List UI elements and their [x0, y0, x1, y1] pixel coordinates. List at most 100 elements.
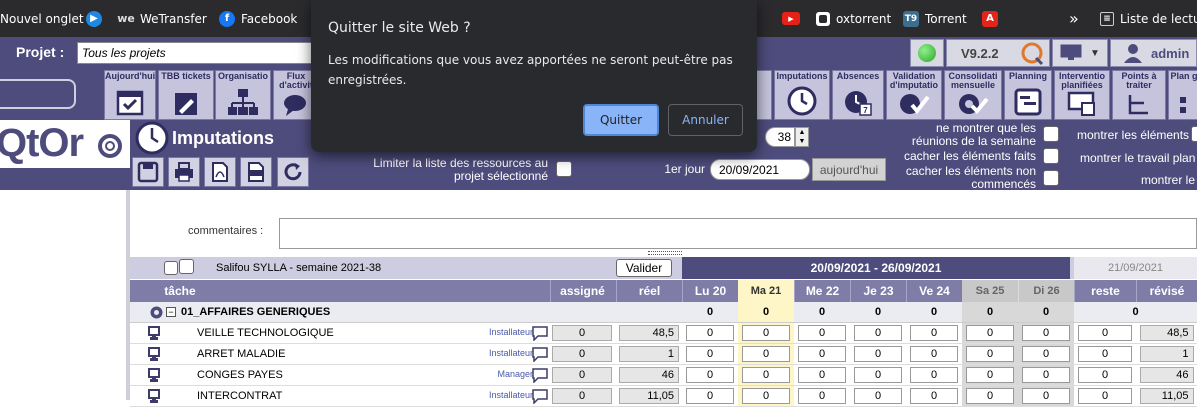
- bookmark-adobe[interactable]: A: [982, 0, 998, 37]
- show-elements-checkbox[interactable]: [1191, 126, 1197, 142]
- comment-icon[interactable]: [532, 347, 548, 362]
- day-input[interactable]: 0: [910, 388, 958, 404]
- day-input[interactable]: 0: [798, 325, 846, 341]
- day-input[interactable]: 0: [686, 367, 734, 383]
- comments-input[interactable]: [279, 218, 1197, 249]
- day-input[interactable]: 0: [798, 367, 846, 383]
- quit-button[interactable]: Quitter: [583, 104, 659, 136]
- col-day-weekend[interactable]: Sa 25: [962, 280, 1018, 302]
- version-box[interactable]: V9.2.2: [946, 39, 1050, 67]
- module-validation[interactable]: Validation d'imputatio: [886, 70, 942, 120]
- comment-icon[interactable]: [532, 326, 548, 341]
- col-day[interactable]: Me 22: [794, 280, 850, 302]
- bookmarks-overflow[interactable]: »: [1069, 0, 1079, 37]
- module-organisation[interactable]: Organisatio: [215, 70, 271, 120]
- pdf-button[interactable]: [204, 157, 236, 187]
- remaining-input[interactable]: 0: [1078, 346, 1132, 362]
- comment-icon[interactable]: [532, 389, 548, 404]
- save-button[interactable]: [132, 157, 164, 187]
- col-task[interactable]: tâche: [130, 280, 230, 302]
- status-indicator[interactable]: [910, 39, 944, 67]
- day-input[interactable]: 0: [910, 367, 958, 383]
- day-input[interactable]: 0: [966, 388, 1014, 404]
- day-input[interactable]: 0: [1022, 325, 1070, 341]
- module-global-plan[interactable]: Plan glo: [1168, 70, 1197, 120]
- remaining-input[interactable]: 0: [1078, 325, 1132, 341]
- refresh-button[interactable]: [277, 157, 309, 187]
- task-name[interactable]: CONGES PAYES: [197, 369, 283, 381]
- collapse-icon[interactable]: −: [166, 307, 176, 317]
- validate-button[interactable]: Valider: [616, 259, 672, 277]
- module-monthly-consolidation[interactable]: Consolidati mensuelle: [944, 70, 1002, 120]
- col-revised[interactable]: révisé: [1136, 280, 1197, 302]
- remaining-input[interactable]: 0: [1078, 388, 1132, 404]
- col-day-today[interactable]: Ma 21: [738, 280, 794, 302]
- col-day[interactable]: Je 23: [850, 280, 906, 302]
- day-input[interactable]: 0: [966, 325, 1014, 341]
- csv-button[interactable]: [240, 157, 272, 187]
- task-name[interactable]: INTERCONTRAT: [197, 390, 282, 402]
- col-day[interactable]: Lu 20: [682, 280, 738, 302]
- splitter-handle[interactable]: [648, 251, 682, 255]
- bookmark-new-tab[interactable]: Nouvel onglet: [0, 0, 84, 37]
- module-imputations[interactable]: Imputations: [774, 70, 830, 120]
- select-all-checkbox[interactable]: [164, 261, 178, 275]
- day-input[interactable]: 0: [798, 388, 846, 404]
- module-planned-interventions[interactable]: Interventio planifiées: [1054, 70, 1110, 120]
- task-name[interactable]: VEILLE TECHNOLOGIQUE: [197, 327, 334, 339]
- day-input[interactable]: 0: [686, 346, 734, 362]
- module-points-to-process[interactable]: Points à traiter: [1112, 70, 1166, 120]
- week-number-input[interactable]: 38: [765, 127, 795, 147]
- reading-list[interactable]: ≡ Liste de lectur: [1100, 0, 1197, 37]
- day-input[interactable]: 0: [686, 325, 734, 341]
- first-day-input[interactable]: 20/09/2021: [710, 159, 810, 180]
- day-input[interactable]: 0: [966, 346, 1014, 362]
- day-input[interactable]: 0: [854, 388, 902, 404]
- day-input[interactable]: 0: [1022, 346, 1070, 362]
- day-input[interactable]: 0: [910, 325, 958, 341]
- day-input[interactable]: 0: [742, 388, 790, 404]
- remaining-input[interactable]: 0: [1078, 367, 1132, 383]
- bookmark-torrent[interactable]: T9 Torrent: [903, 0, 967, 37]
- col-remaining[interactable]: reste: [1074, 280, 1136, 302]
- day-input[interactable]: 0: [854, 325, 902, 341]
- day-input[interactable]: 0: [910, 346, 958, 362]
- module-absences[interactable]: Absences 7: [832, 70, 884, 120]
- day-input[interactable]: 0: [966, 367, 1014, 383]
- bookmark-facebook[interactable]: f Facebook: [219, 0, 297, 37]
- hide-done-checkbox[interactable]: [1043, 148, 1059, 164]
- bookmark-oxtorrent[interactable]: oxtorrent: [816, 0, 891, 37]
- day-input[interactable]: 0: [1022, 367, 1070, 383]
- day-input[interactable]: 0: [1022, 388, 1070, 404]
- hide-not-started-checkbox[interactable]: [1043, 170, 1059, 186]
- module-today[interactable]: Aujourd'hui: [104, 70, 156, 120]
- bookmark-wetransfer[interactable]: we WeTransfer: [117, 0, 207, 37]
- module-tbb-tickets[interactable]: TBB tickets: [158, 70, 214, 120]
- screen-menu[interactable]: ▼: [1052, 39, 1108, 67]
- day-input[interactable]: 0: [854, 346, 902, 362]
- menu-search-input[interactable]: [0, 79, 76, 109]
- col-assigned[interactable]: assigné: [550, 280, 614, 302]
- comment-icon[interactable]: [532, 368, 548, 383]
- day-input[interactable]: 0: [798, 346, 846, 362]
- cancel-button[interactable]: Annuler: [668, 104, 743, 136]
- col-day-weekend[interactable]: Di 26: [1018, 280, 1074, 302]
- task-name[interactable]: ARRET MALADIE: [197, 348, 285, 360]
- day-input[interactable]: 0: [742, 325, 790, 341]
- day-input[interactable]: 0: [742, 367, 790, 383]
- module-planning[interactable]: Planning: [1004, 70, 1052, 120]
- day-input[interactable]: 0: [742, 346, 790, 362]
- week-spinner[interactable]: ▲ ▼: [795, 127, 809, 147]
- today-button[interactable]: aujourd'hui: [812, 158, 886, 181]
- col-real[interactable]: réel: [616, 280, 682, 302]
- show-meetings-checkbox[interactable]: [1043, 126, 1059, 142]
- day-input[interactable]: 0: [686, 388, 734, 404]
- bookmark-youtube[interactable]: ▶: [782, 0, 800, 37]
- limit-resources-checkbox[interactable]: [556, 161, 572, 177]
- resource-checkbox[interactable]: [179, 259, 194, 274]
- print-button[interactable]: [168, 157, 200, 187]
- day-input[interactable]: 0: [854, 367, 902, 383]
- project-select[interactable]: Tous les projets: [77, 42, 317, 64]
- col-day[interactable]: Ve 24: [906, 280, 962, 302]
- user-menu[interactable]: admin: [1110, 39, 1197, 67]
